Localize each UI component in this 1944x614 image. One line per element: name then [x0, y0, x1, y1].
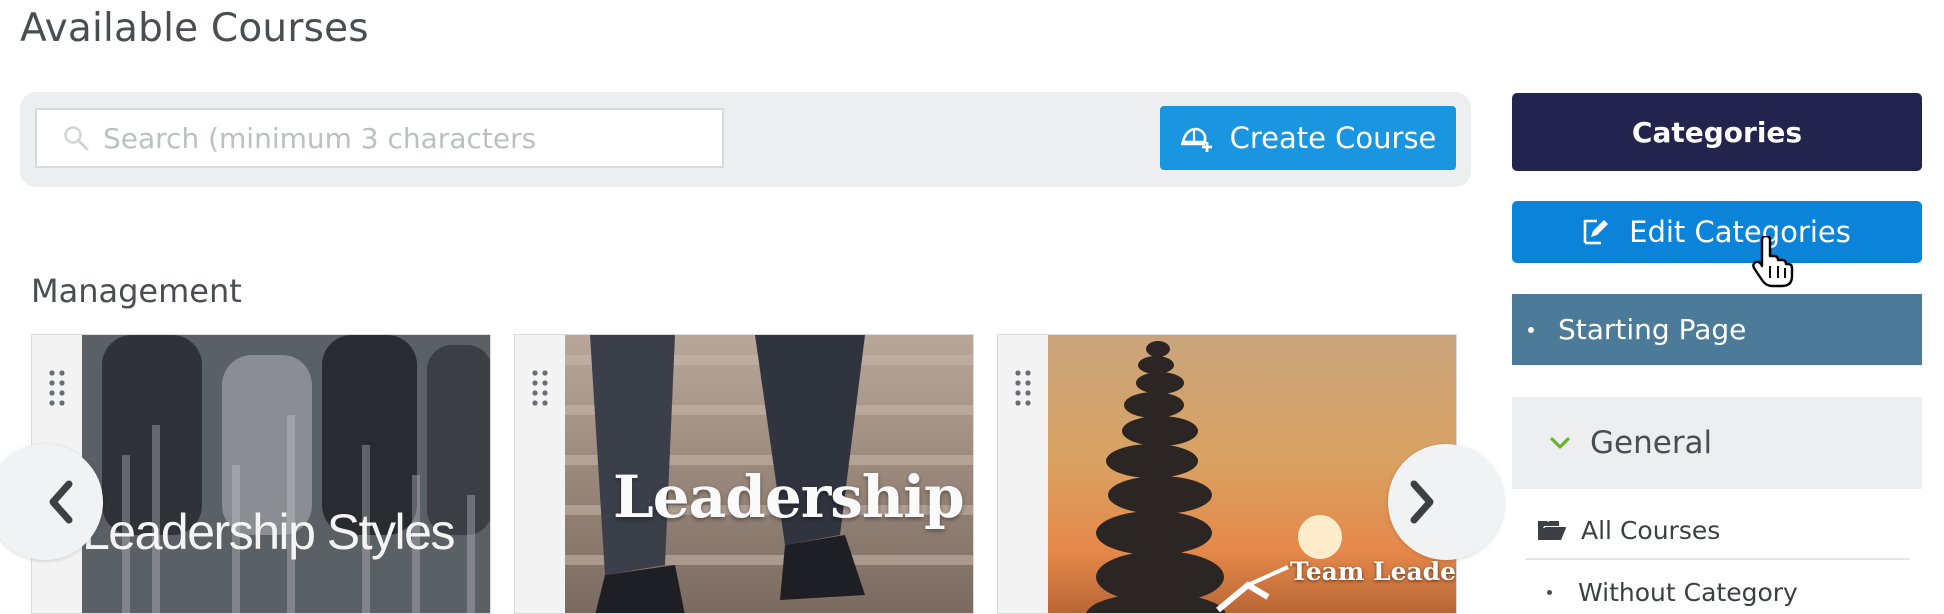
course-image-text: Team Leader [1290, 557, 1456, 586]
carousel-next-button[interactable] [1388, 444, 1504, 560]
course-card[interactable]: Leadership [514, 334, 974, 614]
course-thumbnail[interactable]: Leadership [565, 335, 973, 613]
course-card[interactable]: Team Leader [997, 334, 1457, 614]
drag-handle-icon [49, 370, 65, 406]
drag-handle[interactable] [998, 335, 1048, 613]
category-item-label: Without Category [1578, 577, 1798, 607]
course-toolbar: Create Course [20, 92, 1471, 187]
edit-categories-label: Edit Categories [1629, 215, 1851, 249]
course-thumbnail[interactable]: Leadership Styles [82, 335, 490, 613]
category-item-without-category[interactable]: Without Category [1525, 572, 1909, 612]
drag-handle-icon [532, 370, 548, 406]
chevron-right-icon [1410, 480, 1434, 524]
create-course-button[interactable]: Create Course [1160, 106, 1456, 170]
starting-page-label: Starting Page [1558, 313, 1747, 346]
search-icon [64, 126, 89, 151]
category-item-all-courses[interactable]: All Courses [1525, 502, 1909, 560]
category-group-label: General [1590, 425, 1713, 461]
folder-open-icon [1538, 521, 1566, 540]
edit-icon [1583, 219, 1609, 245]
bullet-icon [1528, 326, 1534, 333]
section-title: Management [31, 272, 242, 310]
create-course-label: Create Course [1229, 121, 1437, 155]
bullet-icon [1547, 589, 1552, 595]
chevron-left-icon [49, 480, 73, 524]
category-group-general[interactable]: General [1512, 397, 1922, 489]
create-course-icon [1180, 127, 1212, 152]
drag-handle-icon [1015, 370, 1031, 406]
search-input[interactable] [103, 121, 663, 155]
page-title: Available Courses [20, 6, 369, 51]
course-card[interactable]: Leadership Styles [31, 334, 491, 614]
categories-header: Categories [1512, 93, 1922, 171]
course-image-text: Leadership [613, 463, 965, 531]
category-item-label: All Courses [1581, 515, 1721, 545]
people-photo-image [82, 335, 490, 613]
chevron-down-icon [1550, 437, 1570, 449]
drag-handle[interactable] [515, 335, 565, 613]
starting-page-item[interactable]: Starting Page [1512, 294, 1922, 365]
hand-pointer-icon [1752, 236, 1794, 288]
edit-categories-button[interactable]: Edit Categories [1512, 201, 1922, 263]
search-field[interactable] [35, 108, 724, 168]
course-image-text: Leadership Styles [82, 504, 455, 560]
